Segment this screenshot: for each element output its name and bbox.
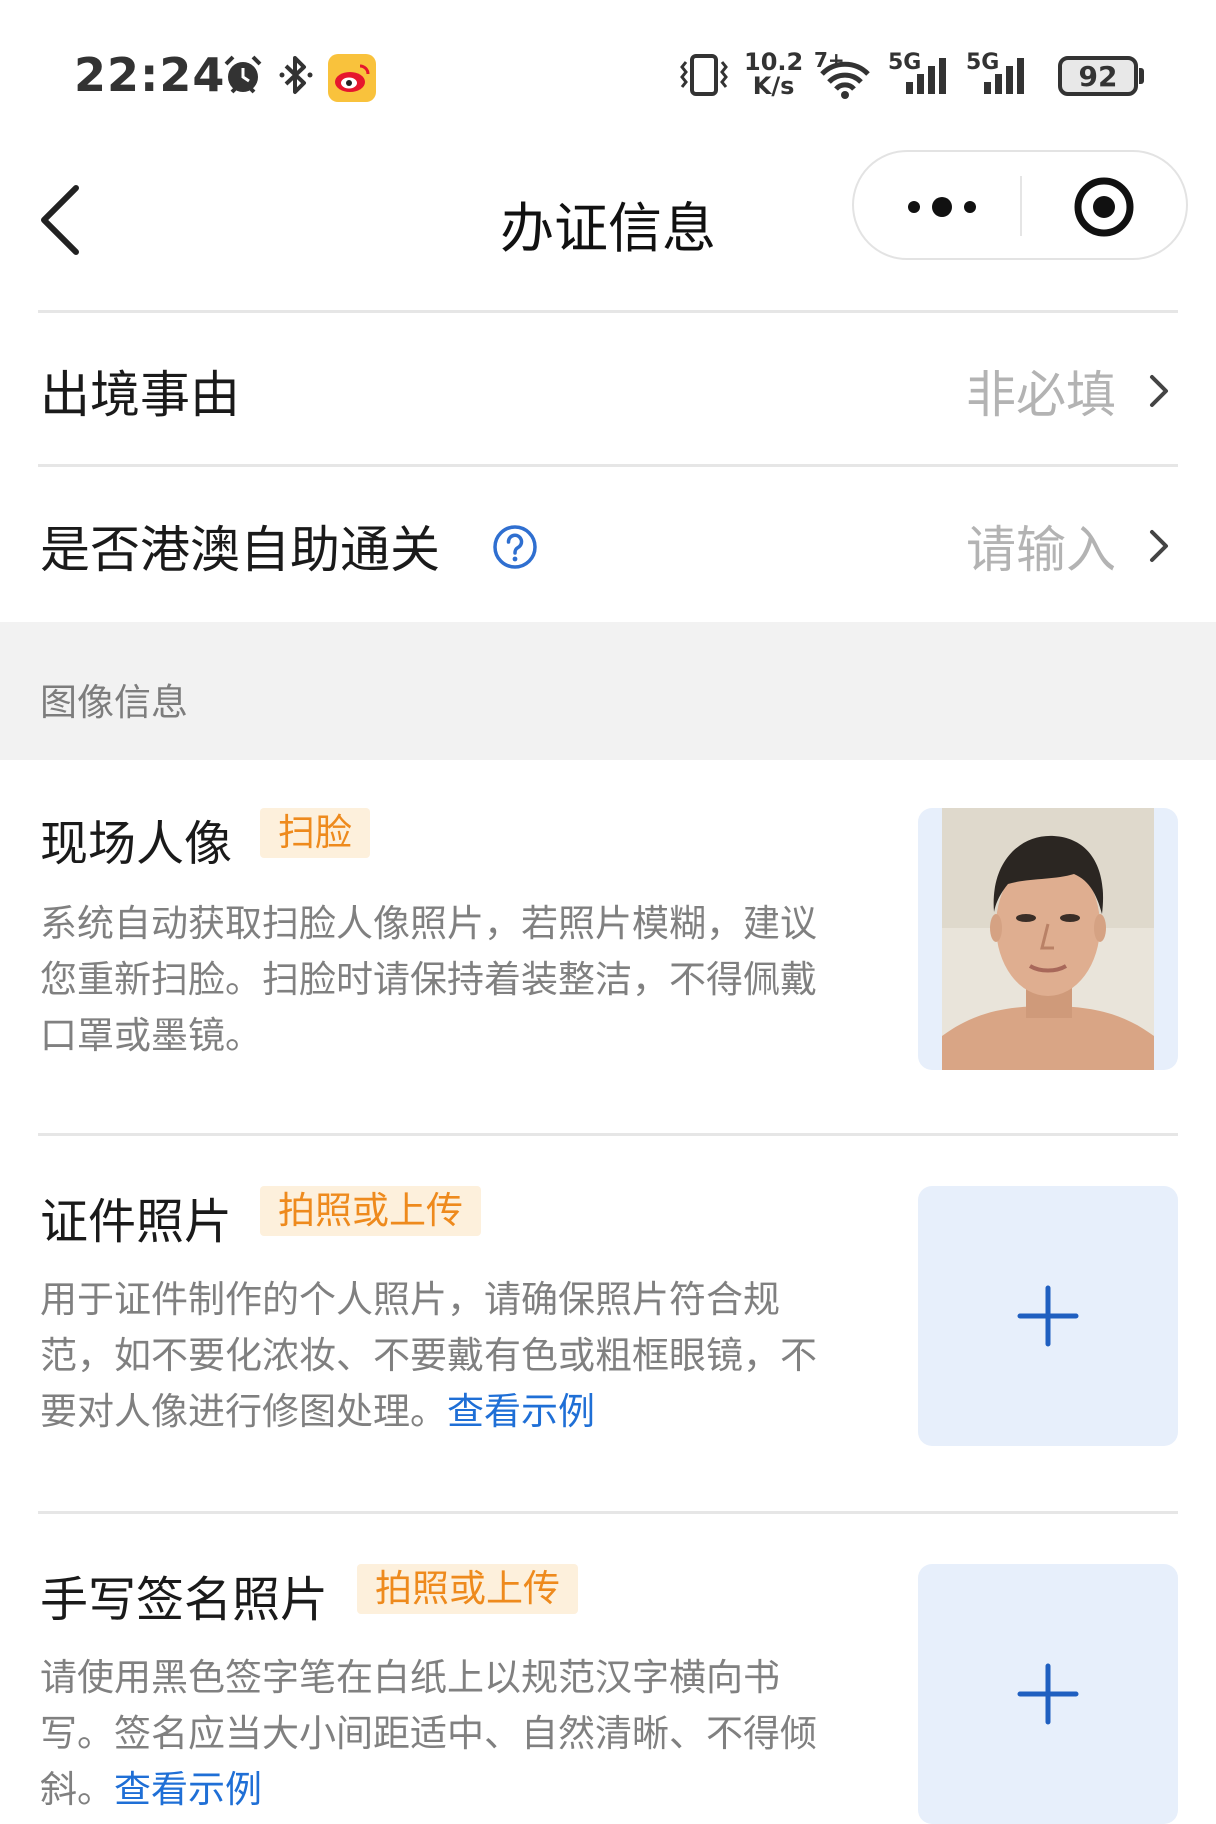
signal-icon <box>906 58 946 94</box>
row-label: 是否港澳自助通关 <box>40 521 440 579</box>
signal-icon <box>984 58 1024 94</box>
status-time: 22:24 <box>74 48 226 102</box>
wifi-status: 7+ <box>812 48 876 100</box>
alarm-icon <box>224 55 262 94</box>
capsule-divider <box>1020 176 1022 236</box>
view-example-link[interactable]: 查看示例 <box>447 1390 595 1433</box>
section-title: 图像信息 <box>40 681 188 724</box>
nav-bar: 办证信息 <box>0 150 1216 310</box>
chevron-right-icon <box>1150 530 1168 562</box>
wifi-icon <box>820 61 870 99</box>
battery-tip <box>1139 68 1144 84</box>
item-title: 证件照片 <box>40 1194 233 1250</box>
bluetooth-icon <box>279 56 313 94</box>
photo-upload-tag[interactable]: 拍照或上传 <box>260 1186 481 1236</box>
divider <box>38 310 1178 313</box>
signature-photo-item: 手写签名照片 拍照或上传 请使用黑色签字笔在白纸上以规范汉字横向书写。签名应当大… <box>0 1560 1216 1824</box>
divider <box>38 1511 1178 1514</box>
item-title: 现场人像 <box>40 816 233 872</box>
item-description: 系统自动获取扫脸人像照片，若照片模糊，建议您重新扫脸。扫脸时请保持着装整洁，不得… <box>40 902 817 1057</box>
item-title: 手写签名照片 <box>40 1572 329 1628</box>
row-value: 非必填 <box>966 366 1116 424</box>
status-bar: 22:24 10.2 K/s 7+ 5G 5G 92 <box>0 0 1216 150</box>
view-example-link[interactable]: 查看示例 <box>114 1768 262 1811</box>
row-label: 出境事由 <box>40 366 240 424</box>
more-icon[interactable] <box>884 172 1004 242</box>
face-photo[interactable] <box>918 808 1178 1070</box>
target-icon[interactable] <box>1054 172 1154 242</box>
plus-icon <box>1017 1285 1079 1347</box>
weibo-icon <box>328 54 376 102</box>
live-portrait-item: 现场人像 扫脸 系统自动获取扫脸人像照片，若照片模糊，建议您重新扫脸。扫脸时请保… <box>0 804 1216 1104</box>
chevron-right-icon <box>1150 375 1168 407</box>
signature-photo-upload[interactable] <box>918 1564 1178 1824</box>
net-speed: 10.2 K/s <box>744 48 804 100</box>
portrait-photo <box>942 808 1154 1070</box>
id-photo-upload[interactable] <box>918 1186 1178 1446</box>
exit-reason-row[interactable]: 出境事由 非必填 <box>0 315 1216 465</box>
signal-1: 5G <box>888 48 958 100</box>
id-photo-item: 证件照片 拍照或上传 用于证件制作的个人照片，请确保照片符合规范，如不要化浓妆、… <box>0 1182 1216 1482</box>
signal-2: 5G <box>966 48 1038 100</box>
photo-upload-tag[interactable]: 拍照或上传 <box>357 1564 578 1614</box>
row-value: 请输入 <box>966 521 1116 579</box>
help-icon[interactable] <box>492 524 538 570</box>
hk-macao-self-service-row[interactable]: 是否港澳自助通关 请输入 <box>0 470 1216 620</box>
item-description: 请使用黑色签字笔在白纸上以规范汉字横向书写。签名应当大小间距适中、自然清晰、不得… <box>40 1656 817 1811</box>
section-header: 图像信息 <box>0 622 1216 760</box>
face-scan-tag[interactable]: 扫脸 <box>260 808 370 858</box>
item-description: 用于证件制作的个人照片，请确保照片符合规范，如不要化浓妆、不要戴有色或粗框眼镜，… <box>40 1278 817 1433</box>
divider <box>38 1133 1178 1136</box>
mini-program-capsule <box>852 150 1188 260</box>
battery-icon: 92 <box>1058 56 1138 96</box>
divider <box>38 464 1178 467</box>
plus-icon <box>1017 1663 1079 1725</box>
vibrate-icon <box>680 54 728 96</box>
